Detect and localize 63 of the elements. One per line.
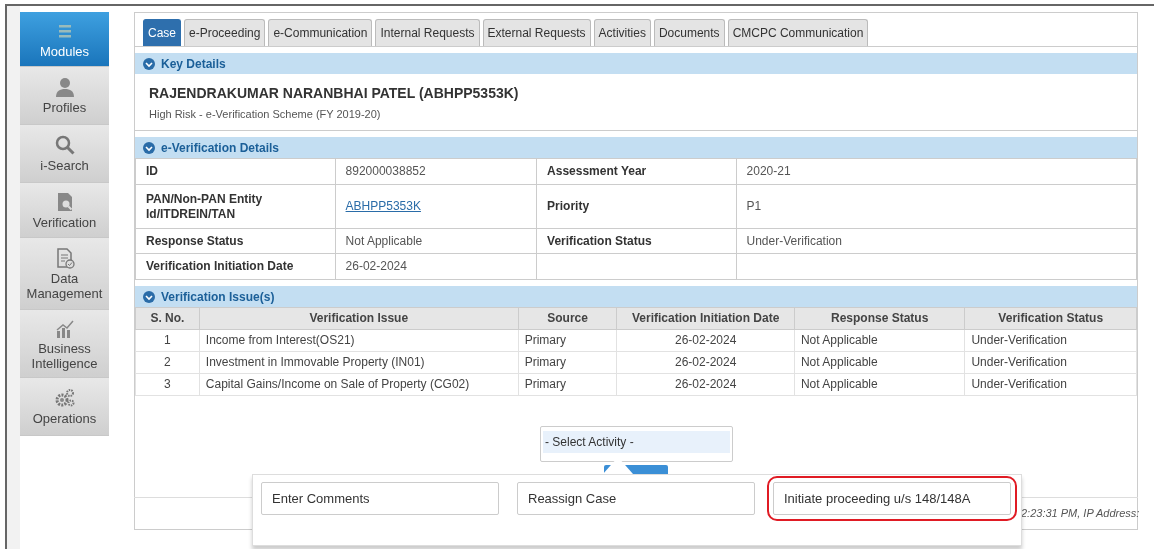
table-cell: Not Applicable [794, 329, 965, 352]
field-value: P1 [746, 199, 762, 213]
tab[interactable]: e-Proceeding [184, 19, 266, 46]
field-value: Under-Verification [746, 233, 842, 248]
sidebar-item[interactable]: i-Search [20, 125, 109, 183]
table-cell: Primary [518, 351, 617, 374]
table-cell: 2 [135, 351, 200, 374]
column-header: Verification Issue [199, 307, 519, 330]
footer-text: 2:23:31 PM, IP Address: [1021, 506, 1140, 521]
table-cell: Primary [518, 373, 617, 396]
sidebar-item[interactable]: Business Intelligence [20, 310, 109, 378]
field-value: Not Applicable [345, 233, 423, 248]
sidebar-item[interactable]: Modules [20, 12, 109, 67]
activity-select[interactable]: - Select Activity - [540, 426, 733, 462]
column-header: Response Status [794, 307, 965, 330]
table-cell: Income from Interest(OS21) [199, 329, 519, 352]
column-header: Source [518, 307, 617, 330]
menu-option[interactable]: Enter Comments [261, 482, 499, 515]
sidebar-item[interactable]: Operations [20, 378, 109, 436]
field-label: Assessment Year [536, 158, 737, 185]
section-header[interactable]: Key Details [135, 53, 1137, 74]
section-header[interactable]: Verification Issue(s) [135, 286, 1137, 307]
table-cell: Under-Verification [964, 373, 1137, 396]
tab[interactable]: Case [143, 19, 181, 46]
column-header: Verification Status [964, 307, 1137, 330]
person-name: RAJENDRAKUMAR NARANBHAI PATEL (ABHPP5353K) [149, 84, 520, 102]
field-value: 26-02-2024 [345, 259, 407, 273]
table-cell: Not Applicable [794, 351, 965, 374]
table-cell: Primary [518, 329, 617, 352]
field-label: Response Status [135, 228, 336, 254]
field-value: 2020-21 [746, 164, 791, 178]
table-cell: Not Applicable [794, 373, 965, 396]
tab[interactable]: CMCPC Communication [727, 19, 869, 46]
section-header[interactable]: e-Verification Details [135, 137, 1137, 158]
field-label: Verification Status [536, 228, 737, 254]
table-cell: Capital Gains/Income on Sale of Property (CG02) [199, 373, 519, 396]
sidebar-item[interactable]: Profiles [20, 67, 109, 125]
tab[interactable]: Activities [593, 19, 651, 46]
field-value: 892000038852 [345, 164, 426, 178]
field-label: Verification Initiation Date [135, 253, 336, 280]
table-cell: 26-02-2024 [616, 329, 795, 352]
menu-option[interactable]: Initiate proceeding u/s 148/148A [773, 482, 1011, 515]
sidebar-item[interactable]: Verification [20, 183, 109, 238]
case-subtitle: High Risk - e-Verification Scheme (FY 2019-20) [149, 107, 382, 121]
tab[interactable]: External Requests [482, 19, 591, 46]
table-cell: 3 [135, 373, 200, 396]
tab[interactable]: Documents [653, 19, 725, 46]
sidebar-item[interactable]: Data Management [20, 238, 109, 310]
tab[interactable]: Internal Requests [375, 19, 480, 46]
tab[interactable]: e-Communication [268, 19, 373, 46]
menu-option[interactable]: Reassign Case [517, 482, 755, 515]
field-label: ID [135, 158, 336, 185]
table-cell: Under-Verification [964, 351, 1137, 374]
table-cell: Under-Verification [964, 329, 1137, 352]
pan-link[interactable]: ABHPP5353K [345, 199, 421, 213]
field-label: Priority [536, 184, 737, 229]
column-header: Verification Initiation Date [616, 307, 795, 330]
table-cell: Investment in Immovable Property (IN01) [199, 351, 519, 374]
table-cell: 1 [135, 329, 200, 352]
table-cell: 26-02-2024 [616, 373, 795, 396]
field-label: PAN/Non-PAN Entity Id/ITDREIN/TAN [135, 184, 336, 229]
column-header: S. No. [135, 307, 200, 330]
table-cell: 26-02-2024 [616, 351, 795, 374]
